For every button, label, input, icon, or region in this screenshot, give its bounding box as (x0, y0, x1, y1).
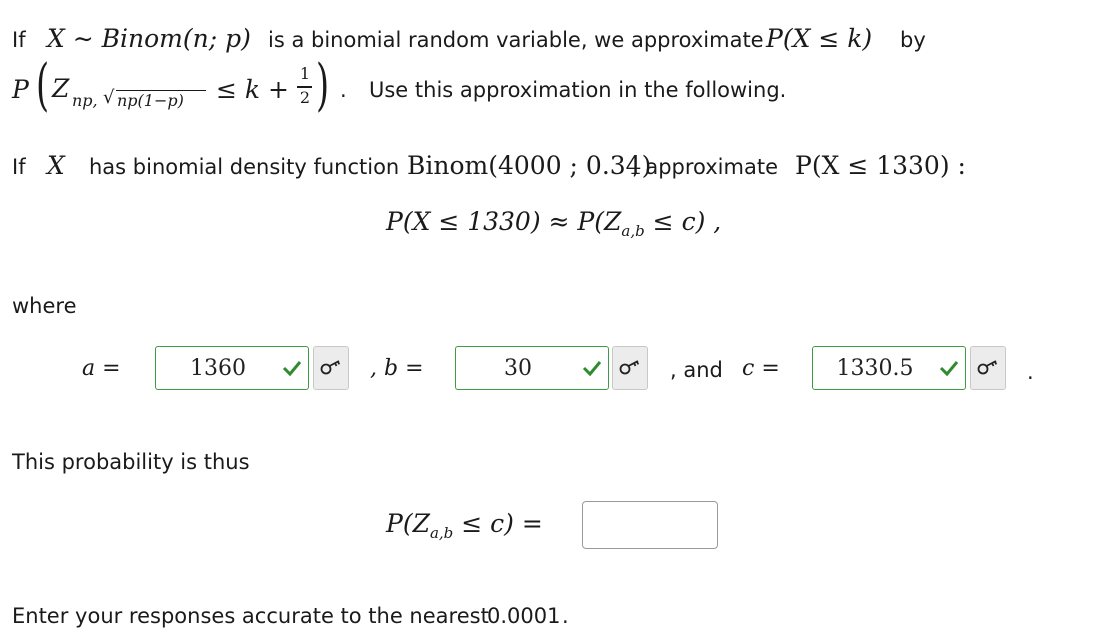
approx-Z: Z (52, 74, 70, 103)
sqrt-sign: √ (103, 87, 115, 108)
problem-distribution: Binom(4000 ; 0.34) (407, 151, 652, 180)
display-formula: P(X ≤ 1330) ≈ P(Za,b ≤ c) , (386, 209, 721, 239)
a-input[interactable]: 1360 (155, 346, 309, 390)
where-label: where (12, 294, 77, 318)
approx-dot: . (340, 78, 347, 102)
answer-formula: P(Za,b ≤ c) = (386, 511, 543, 541)
key-icon (977, 360, 998, 375)
probability-answer-input[interactable] (582, 501, 718, 549)
half-numerator: 1 (299, 64, 311, 83)
b-input[interactable]: 30 (455, 346, 609, 390)
intro-text: is a binomial random variable, we approx… (268, 28, 764, 52)
approx-sub-sqrt: np(1−p) (117, 91, 184, 110)
display-left: P(X ≤ 1330) ≈ P(Z (386, 207, 622, 236)
key-icon (619, 360, 640, 375)
approx-text: Use this approximation in the following. (369, 78, 787, 102)
inputs-end-dot: . (1027, 360, 1034, 384)
left-paren: ( (36, 53, 50, 118)
thus-label: This probability is thus (12, 450, 250, 474)
right-paren: ) (316, 53, 330, 118)
and-label: , and (670, 358, 723, 382)
a-value: 1360 (190, 355, 246, 381)
problem-prob: P(X ≤ 1330) : (795, 151, 966, 180)
problem-if: If (12, 155, 26, 179)
problem-text1: has binomial density function (89, 155, 400, 179)
check-icon (939, 361, 959, 377)
footer-precision: 0.0001 (487, 604, 561, 628)
footer-dot: . (562, 604, 569, 628)
approx-sub-np: np, (72, 91, 98, 110)
half-denominator: 2 (299, 88, 311, 107)
key-button-b[interactable] (612, 346, 648, 390)
a-label: a = (82, 356, 121, 381)
binomial-definition: X ∼ Binom(n; p) (47, 24, 251, 53)
check-icon (282, 361, 302, 377)
b-value: 30 (504, 355, 532, 381)
intro-by: by (900, 28, 926, 52)
key-button-a[interactable] (313, 346, 349, 390)
key-icon (320, 360, 341, 375)
b-label: , b = (370, 356, 424, 381)
approx-P: P (12, 75, 29, 104)
answer-sub: a,b (429, 524, 454, 542)
footer-text: Enter your responses accurate to the nea… (12, 604, 489, 628)
answer-left: P(Z (386, 509, 430, 538)
c-input[interactable]: 1330.5 (812, 346, 966, 390)
prob-x-le-k: P(X ≤ k) (766, 24, 873, 53)
problem-text2: , approximate (632, 155, 778, 179)
display-sub: a,b (621, 222, 645, 240)
c-label: c = (742, 356, 780, 381)
display-right: ≤ c) , (652, 207, 722, 236)
answer-right: ≤ c) = (461, 509, 543, 538)
approx-le-k: ≤ k + (216, 75, 289, 104)
check-icon (582, 361, 602, 377)
c-value: 1330.5 (836, 355, 914, 381)
problem-X: X (47, 151, 65, 180)
key-button-c[interactable] (970, 346, 1006, 390)
intro-if: If (12, 28, 26, 52)
